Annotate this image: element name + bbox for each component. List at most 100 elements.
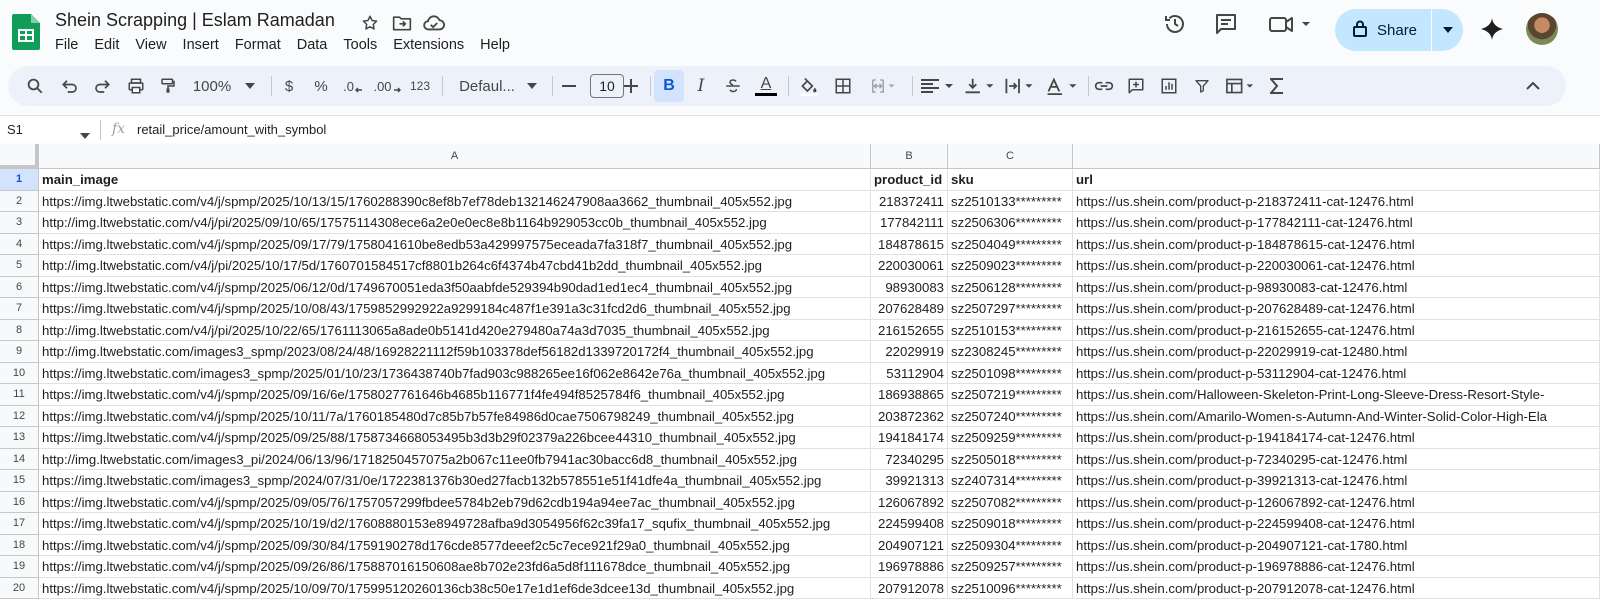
cell-d[interactable]: https://us.shein.com/product-p-98930083-… <box>1073 276 1600 298</box>
menu-data[interactable]: Data <box>289 37 336 53</box>
vertical-align-icon[interactable] <box>960 66 998 106</box>
header-cell-b[interactable]: product_id <box>871 169 948 191</box>
cell-b[interactable]: 207628489 <box>871 298 948 320</box>
menu-view[interactable]: View <box>127 37 174 53</box>
cell-a[interactable]: https://img.ltwebstatic.com/v4/j/spmp/20… <box>39 513 871 535</box>
cell-b[interactable]: 203872362 <box>871 405 948 427</box>
cell-d[interactable]: https://us.shein.com/product-p-53112904-… <box>1073 362 1600 384</box>
cell-b[interactable]: 194184174 <box>871 427 948 449</box>
gemini-sparkle-icon[interactable] <box>1480 17 1504 41</box>
cell-c[interactable]: sz2407314********* <box>948 470 1073 492</box>
cell-d[interactable]: https://us.shein.com/product-p-184878615… <box>1073 233 1600 255</box>
borders-icon[interactable] <box>830 66 856 106</box>
cell-b[interactable]: 204907121 <box>871 534 948 556</box>
star-icon[interactable] <box>358 12 382 34</box>
cell-c[interactable]: sz2510133********* <box>948 190 1073 212</box>
cell-c[interactable]: sz2509304********* <box>948 534 1073 556</box>
menu-file[interactable]: File <box>47 37 86 53</box>
row-number[interactable]: 4 <box>0 233 39 255</box>
header-cell-a[interactable]: main_image <box>39 169 871 191</box>
cell-b[interactable]: 39921313 <box>871 470 948 492</box>
cell-d[interactable]: https://us.shein.com/product-p-72340295-… <box>1073 448 1600 470</box>
cell-d[interactable]: https://us.shein.com/product-p-216152655… <box>1073 319 1600 341</box>
row-number[interactable]: 3 <box>0 212 39 234</box>
cell-a[interactable]: https://img.ltwebstatic.com/v4/j/spmp/20… <box>39 298 871 320</box>
menu-tools[interactable]: Tools <box>335 37 385 53</box>
cell-a[interactable]: https://img.ltwebstatic.com/images3_spmp… <box>39 470 871 492</box>
row-number[interactable]: 5 <box>0 255 39 277</box>
decrease-decimal-button[interactable]: .0 <box>340 66 366 106</box>
move-folder-icon[interactable] <box>390 12 414 34</box>
cell-b[interactable]: 98930083 <box>871 276 948 298</box>
cell-d[interactable]: https://us.shein.com/product-p-204907121… <box>1073 534 1600 556</box>
cell-a[interactable]: https://img.ltwebstatic.com/v4/j/spmp/20… <box>39 556 871 578</box>
menu-edit[interactable]: Edit <box>86 37 127 53</box>
italic-button[interactable]: I <box>688 66 714 106</box>
row-number[interactable]: 12 <box>0 405 39 427</box>
cell-c[interactable]: sz2507297********* <box>948 298 1073 320</box>
sheets-logo-icon[interactable] <box>12 14 40 50</box>
cell-d[interactable]: https://us.shein.com/product-p-39921313-… <box>1073 470 1600 492</box>
cell-b[interactable]: 53112904 <box>871 362 948 384</box>
cell-a[interactable]: https://img.ltwebstatic.com/v4/j/spmp/20… <box>39 534 871 556</box>
filter-views-icon[interactable] <box>1220 66 1260 106</box>
insert-chart-icon[interactable] <box>1156 66 1182 106</box>
redo-icon[interactable] <box>89 66 115 106</box>
comments-icon[interactable] <box>1212 10 1240 38</box>
row-number[interactable]: 9 <box>0 341 39 363</box>
cell-a[interactable]: https://img.ltwebstatic.com/v4/j/spmp/20… <box>39 276 871 298</box>
cell-d[interactable]: https://us.shein.com/product-p-218372411… <box>1073 190 1600 212</box>
menu-extensions[interactable]: Extensions <box>385 37 472 53</box>
cell-a[interactable]: http://img.ltwebstatic.com/images3_pi/20… <box>39 448 871 470</box>
cell-a[interactable]: https://img.ltwebstatic.com/v4/j/spmp/20… <box>39 491 871 513</box>
zoom-select[interactable]: 100% <box>188 66 260 106</box>
search-menus-icon[interactable] <box>22 66 48 106</box>
decrease-font-size-icon[interactable] <box>556 66 582 106</box>
row-number[interactable]: 14 <box>0 448 39 470</box>
merge-cells-icon[interactable] <box>864 66 904 106</box>
row-number[interactable]: 6 <box>0 276 39 298</box>
select-all-corner[interactable] <box>0 144 39 169</box>
header-cell-d[interactable]: url <box>1073 169 1600 191</box>
meet-video-icon[interactable] <box>1266 10 1316 38</box>
cell-d[interactable]: https://us.shein.com/product-p-196978886… <box>1073 556 1600 578</box>
row-number[interactable]: 7 <box>0 298 39 320</box>
row-number[interactable]: 15 <box>0 470 39 492</box>
cell-d[interactable]: https://us.shein.com/product-p-194184174… <box>1073 427 1600 449</box>
cell-d[interactable]: https://us.shein.com/product-p-224599408… <box>1073 513 1600 535</box>
cell-a[interactable]: https://img.ltwebstatic.com/images3_spmp… <box>39 362 871 384</box>
increase-font-size-icon[interactable] <box>618 66 644 106</box>
cell-a[interactable]: http://img.ltwebstatic.com/v4/j/pi/2025/… <box>39 212 871 234</box>
functions-icon[interactable] <box>1264 66 1290 106</box>
horizontal-align-icon[interactable] <box>918 66 956 106</box>
cell-c[interactable]: sz2506128********* <box>948 276 1073 298</box>
cell-a[interactable]: http://img.ltwebstatic.com/images3_spmp/… <box>39 341 871 363</box>
cell-b[interactable]: 196978886 <box>871 556 948 578</box>
share-dropdown-icon[interactable] <box>1432 9 1463 51</box>
row-number[interactable]: 11 <box>0 384 39 406</box>
filter-icon[interactable] <box>1189 66 1215 106</box>
cell-c[interactable]: sz2308245********* <box>948 341 1073 363</box>
print-icon[interactable] <box>123 66 149 106</box>
cell-a[interactable]: http://img.ltwebstatic.com/v4/j/pi/2025/… <box>39 255 871 277</box>
menu-format[interactable]: Format <box>227 37 289 53</box>
insert-link-icon[interactable] <box>1091 66 1117 106</box>
menu-help[interactable]: Help <box>472 37 518 53</box>
row-number[interactable]: 16 <box>0 491 39 513</box>
column-header-b[interactable]: B <box>871 144 948 169</box>
name-box[interactable]: S1 <box>7 122 23 137</box>
cell-d[interactable]: https://us.shein.com/product-p-207628489… <box>1073 298 1600 320</box>
cell-d[interactable]: https://us.shein.com/product-p-126067892… <box>1073 491 1600 513</box>
cell-c[interactable]: sz2509023********* <box>948 255 1073 277</box>
cell-d[interactable]: https://us.shein.com/product-p-177842111… <box>1073 212 1600 234</box>
row-number[interactable]: 20 <box>0 577 39 599</box>
collapse-menus-icon[interactable] <box>1520 66 1546 106</box>
cell-d[interactable]: https://us.shein.com/product-p-22029919-… <box>1073 341 1600 363</box>
cell-a[interactable]: https://img.ltwebstatic.com/v4/j/spmp/20… <box>39 384 871 406</box>
cell-c[interactable]: sz2506306********* <box>948 212 1073 234</box>
cell-b[interactable]: 126067892 <box>871 491 948 513</box>
name-box-dropdown-icon[interactable] <box>80 126 90 144</box>
share-button[interactable]: Share <box>1335 9 1431 51</box>
cell-d[interactable]: https://us.shein.com/product-p-207912078… <box>1073 577 1600 599</box>
text-rotation-icon[interactable] <box>1042 66 1082 106</box>
